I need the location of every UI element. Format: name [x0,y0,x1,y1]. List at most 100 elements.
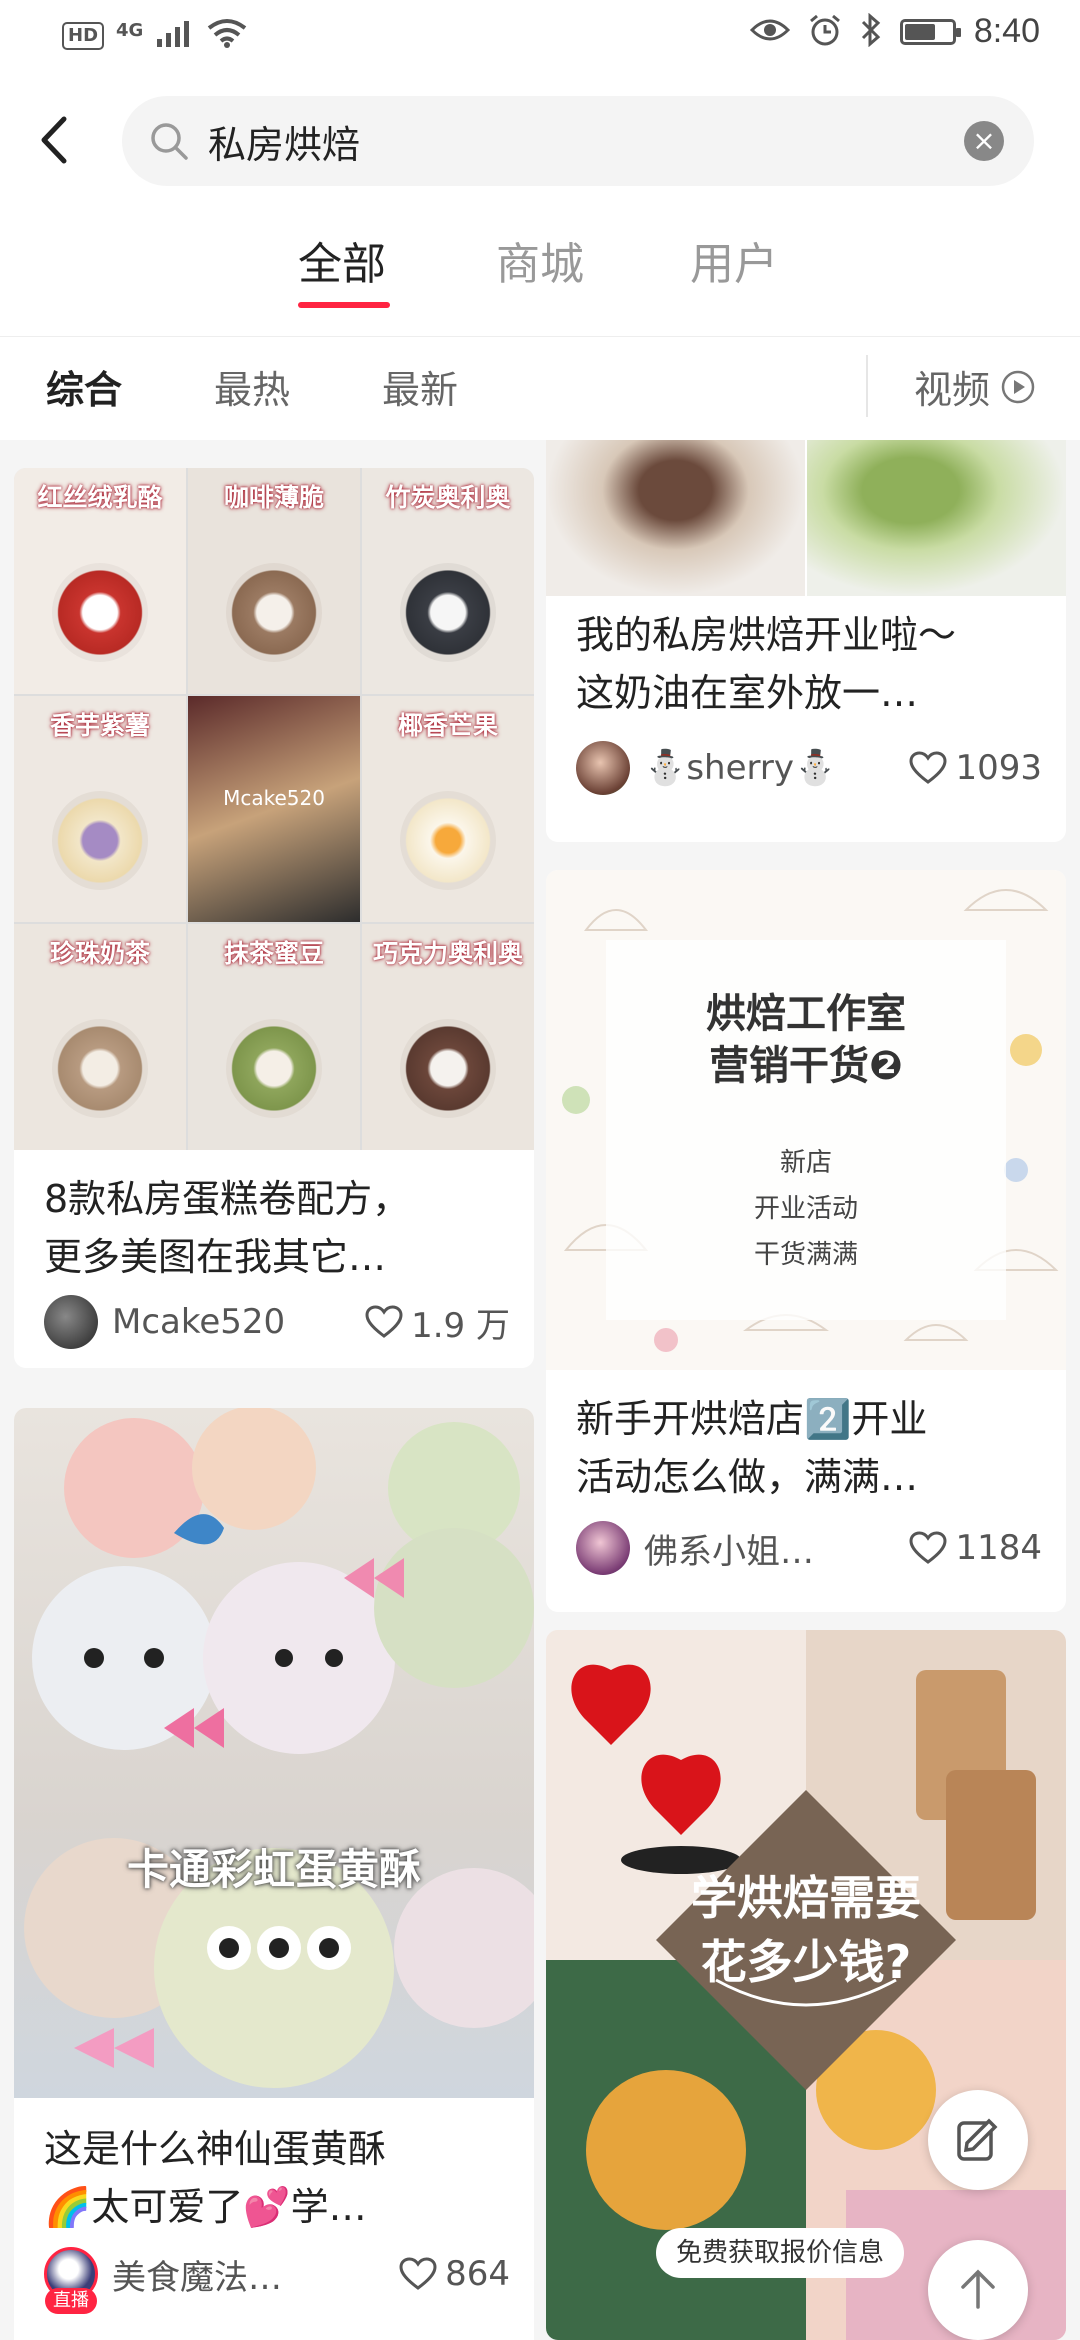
post-title: 新手开烘焙店2️⃣开业 活动怎么做，满满… [576,1390,1046,1506]
image-tile [807,440,1066,596]
wifi-icon [207,18,247,54]
heart-icon [909,1531,947,1564]
ad-overlay-line: 学烘焙需要 [691,1871,921,1925]
post-image[interactable]: 学烘焙需要 花多少钱? 免费获取报价信息 [546,1630,1066,2340]
post-title-line: 我的私房烘焙开业啦～ [576,613,957,657]
chevron-left-icon [41,116,67,164]
result-tabs: 全部 商城 用户 [0,218,1080,318]
post-card[interactable]: 红丝绒乳酪 咖啡薄脆 竹炭奥利奥 香芋紫薯 Mcake520 椰香芒果 珍珠奶茶… [14,468,534,1368]
grid-cell: 抹茶蜜豆 [188,924,360,1150]
overlay-item: 干货满满 [753,1240,858,1270]
results-feed: 红丝绒乳酪 咖啡薄脆 竹炭奥利奥 香芋紫薯 Mcake520 椰香芒果 珍珠奶茶… [0,440,1080,2340]
avatar[interactable] [576,1521,630,1575]
post-title-line: 🌈太可爱了💕学… [44,2185,367,2229]
post-card[interactable]: 烘焙工作室 营销干货❷ 新店 开业活动 干货满满 新手开烘焙店2️⃣开业 活动怎… [546,870,1066,1612]
grid-label: 珍珠奶茶 [49,939,150,968]
grid-cell: 巧克力奥利奥 [362,924,534,1150]
top-bar: HD 4G 8:40 私房烘焙 × 全部 商城 用户 综合 最热 最新 视频 [0,0,1080,440]
pastry-illustration [24,1408,534,2088]
search-query[interactable]: 私房烘焙 [208,114,964,169]
like-count: 1184 [955,1528,1042,1568]
like-button[interactable]: 1093 [909,748,1042,788]
filter-comprehensive[interactable]: 综合 [46,359,122,414]
network-gen: 4G [116,19,144,41]
scroll-to-top-button[interactable] [928,2240,1028,2340]
tab-mall[interactable]: 商城 [496,228,584,292]
clear-search-icon[interactable]: × [964,121,1004,161]
post-card[interactable]: 卡通彩虹蛋黄酥 这是什么神仙蛋黄酥 🌈太可爱了💕学… 直播 美食魔法… 864 [14,1408,534,2340]
avatar[interactable] [576,741,630,795]
like-button[interactable]: 864 [399,2254,510,2294]
author-name[interactable]: 佛系小姐… [644,1524,909,1573]
cupcake-pattern [562,889,1059,1352]
ad-overlay: 学烘焙需要 花多少钱? [546,1866,1066,1994]
grid-cell: 香芋紫薯 [14,696,186,922]
like-count: 864 [445,2254,510,2294]
post-title: 8款私房蛋糕卷配方， 更多美图在我其它… [44,1170,514,1286]
search-bar[interactable]: 私房烘焙 × [122,96,1034,186]
post-title-line: 8款私房蛋糕卷配方， [44,1177,411,1221]
overlay-items: 新店 开业活动 干货满满 [546,1140,1066,1278]
post-image[interactable]: 烘焙工作室 营销干货❷ 新店 开业活动 干货满满 [546,870,1066,1370]
overlay-item: 新店 [779,1148,832,1178]
filter-video[interactable]: 视频 [914,359,1036,414]
post-card[interactable]: 学烘焙需要 花多少钱? 免费获取报价信息 [546,1630,1066,2340]
search-icon [146,118,192,164]
avatar[interactable] [44,1295,98,1349]
grid-label: 竹炭奥利奥 [385,483,511,512]
author-name[interactable]: Mcake520 [112,1302,365,1342]
post-card[interactable]: 我的私房烘焙开业啦～ 这奶油在室外放一… ⛄sherry⛄ 1093 [546,440,1066,842]
status-right: 8:40 [749,12,1040,51]
overlay-title-line: 烘焙工作室 [706,991,906,1037]
alarm-icon [808,13,842,51]
overlay-title: 卡通彩虹蛋黄酥 [126,1845,421,1894]
grid-cell: 竹炭奥利奥 [362,468,534,694]
post-image[interactable] [546,440,1066,596]
post-title: 我的私房烘焙开业啦～ 这奶油在室外放一… [576,606,1046,722]
post-meta: ⛄sherry⛄ 1093 [576,738,1042,798]
signal-icon [155,19,195,53]
ad-cta-button[interactable]: 免费获取报价信息 [656,2228,905,2278]
like-button[interactable]: 1184 [909,1528,1042,1568]
hd-badge: HD [62,22,105,50]
avatar[interactable]: 直播 [44,2247,98,2314]
overlay-item: 开业活动 [753,1194,858,1224]
back-button[interactable] [28,110,78,170]
grid-label: 椰香芒果 [397,711,498,740]
post-title-line: 新手开烘焙店2️⃣开业 [576,1397,928,1441]
author-name[interactable]: 美食魔法… [112,2250,399,2299]
arrow-up-icon [961,2269,995,2309]
filter-newest[interactable]: 最新 [382,359,458,414]
grid-label: 巧克力奥利奥 [372,939,523,968]
like-count: 1093 [955,748,1042,788]
grid-label: 香芋紫薯 [49,711,150,740]
tab-users[interactable]: 用户 [690,228,778,292]
heart-icon [399,2257,437,2290]
live-badge: 直播 [45,2288,97,2314]
grid-cell: 椰香芒果 [362,696,534,922]
post-title: 这是什么神仙蛋黄酥 🌈太可爱了💕学… [44,2120,514,2236]
like-button[interactable]: 1.9 万 [365,1298,510,1347]
compose-button[interactable] [928,2090,1028,2190]
filter-video-label: 视频 [914,368,991,412]
post-image[interactable]: 红丝绒乳酪 咖啡薄脆 竹炭奥利奥 香芋紫薯 Mcake520 椰香芒果 珍珠奶茶… [14,468,534,1150]
status-bar: HD 4G 8:40 [0,0,1080,76]
filter-divider [866,355,868,417]
grid-label: 抹茶蜜豆 [223,939,324,968]
tab-all[interactable]: 全部 [298,228,386,292]
network-indicators: HD 4G [62,18,247,54]
grid-cell: Mcake520 [188,696,360,922]
post-title-line: 更多美图在我其它… [44,1235,387,1279]
watermark: Mcake520 [223,786,325,811]
post-title-line: 这是什么神仙蛋黄酥 [44,2127,387,2171]
like-count: 1.9 万 [411,1305,510,1346]
author-name[interactable]: ⛄sherry⛄ [644,748,909,788]
post-image[interactable]: 卡通彩虹蛋黄酥 [14,1408,534,2098]
grid-label: 咖啡薄脆 [223,483,324,512]
heart-icon [909,751,947,784]
battery-icon [899,18,961,45]
play-circle-icon [1001,370,1035,403]
filter-hottest[interactable]: 最热 [214,359,290,414]
grid-cell: 珍珠奶茶 [14,924,186,1150]
eye-icon [749,16,790,48]
